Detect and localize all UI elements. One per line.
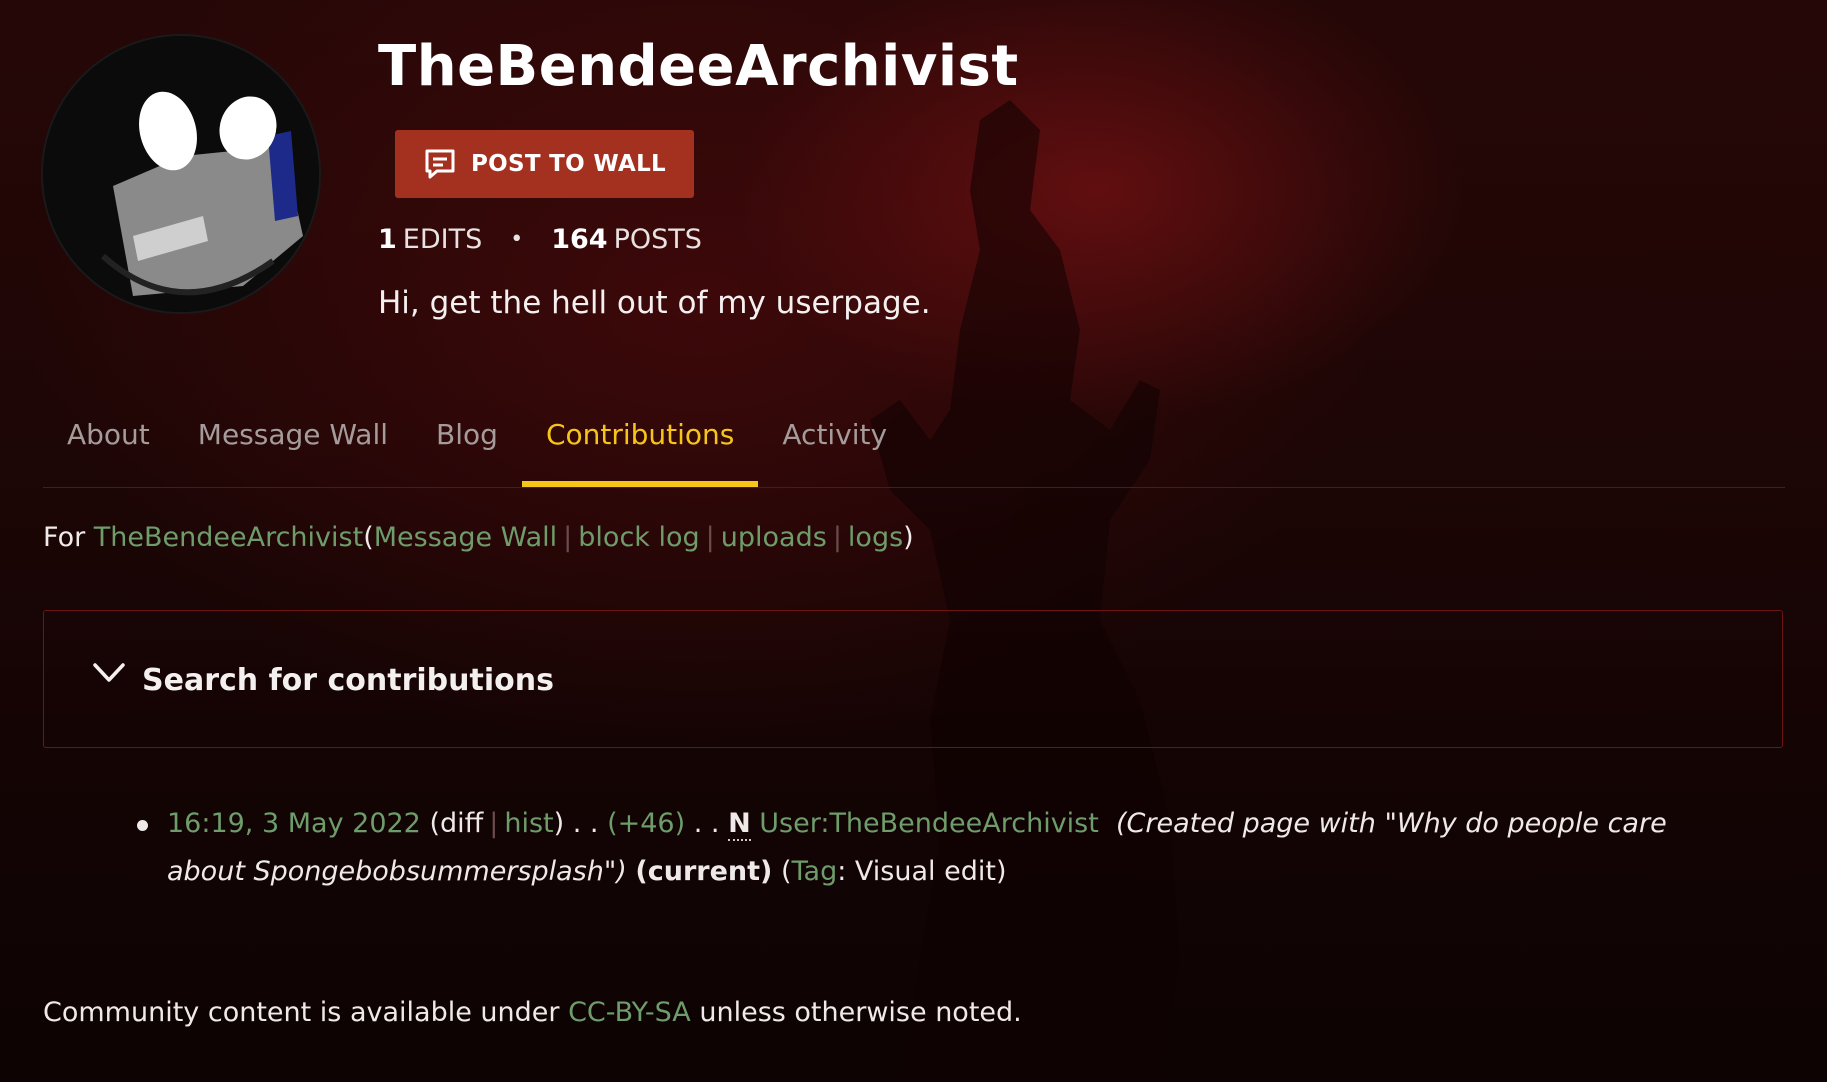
- open-paren: (: [363, 522, 374, 553]
- user-profile-page: TheBendeeArchivist POST TO WALL 1 EDITS …: [0, 0, 1827, 1082]
- footer-prefix: Community content is available under: [43, 997, 560, 1028]
- edits-count: 1: [378, 224, 397, 255]
- for-prefix: For: [43, 522, 86, 553]
- tab-about[interactable]: About: [43, 410, 174, 488]
- profile-username: TheBendeeArchivist: [378, 34, 1019, 99]
- block-log-link[interactable]: block log: [578, 522, 699, 553]
- profile-bio: Hi, get the hell out of my userpage.: [378, 285, 931, 321]
- new-page-flag: N: [728, 808, 751, 841]
- close-paren: ): [903, 522, 914, 553]
- diff-label: diff: [439, 808, 484, 839]
- footer-suffix: unless otherwise noted.: [699, 997, 1022, 1028]
- search-contributions-panel[interactable]: Search for contributions: [43, 610, 1783, 748]
- user-avatar[interactable]: [43, 36, 319, 312]
- post-to-wall-label: POST TO WALL: [471, 151, 666, 177]
- tab-blog[interactable]: Blog: [412, 410, 522, 488]
- dots-separator: . .: [572, 808, 599, 839]
- uploads-link[interactable]: uploads: [721, 522, 827, 553]
- tag-link[interactable]: Tag: [792, 856, 838, 887]
- stats-separator-dot: •: [510, 227, 524, 252]
- speech-bubble-icon: [423, 147, 457, 181]
- tab-message-wall[interactable]: Message Wall: [174, 410, 412, 488]
- user-link[interactable]: TheBendeeArchivist: [94, 522, 363, 553]
- logs-link[interactable]: logs: [848, 522, 903, 553]
- posts-count: 164: [551, 224, 608, 255]
- link-separator: |: [489, 808, 499, 839]
- chevron-down-icon[interactable]: [92, 661, 126, 685]
- contribution-timestamp-link[interactable]: 16:19, 3 May 2022: [167, 808, 421, 839]
- posts-label: POSTS: [613, 224, 702, 255]
- tab-contributions[interactable]: Contributions: [521, 410, 759, 488]
- contribution-item: 16:19, 3 May 2022 (diff | hist) . . (+46) …: [167, 808, 1667, 887]
- profile-tabs: About Message Wall Blog Contributions Ac…: [43, 410, 911, 488]
- tag-value: : Visual edit): [837, 856, 1007, 887]
- page-link[interactable]: User:TheBendeeArchivist: [759, 808, 1099, 839]
- post-to-wall-button[interactable]: POST TO WALL: [395, 130, 694, 198]
- current-label: (current): [635, 856, 773, 887]
- message-wall-link[interactable]: Message Wall: [374, 522, 557, 553]
- avatar-image: [43, 36, 319, 312]
- list-bullet: [137, 820, 148, 831]
- hist-link[interactable]: hist: [504, 808, 553, 839]
- contributions-for-line: For TheBendeeArchivist(Message Wall | bloc…: [43, 522, 914, 553]
- tab-activity[interactable]: Activity: [758, 410, 911, 488]
- dots-separator: . .: [693, 808, 720, 839]
- license-footer: Community content is available under CC-…: [43, 997, 1022, 1028]
- edits-label: EDITS: [402, 224, 483, 255]
- license-link[interactable]: CC-BY-SA: [568, 997, 691, 1028]
- link-separator: |: [832, 522, 842, 553]
- profile-stats: 1 EDITS • 164 POSTS: [378, 224, 702, 255]
- link-separator: |: [563, 522, 573, 553]
- size-change: (+46): [607, 808, 686, 839]
- search-contributions-title: Search for contributions: [142, 663, 554, 698]
- tabs-divider: [43, 487, 1785, 488]
- contribution-list: 16:19, 3 May 2022 (diff | hist) . . (+46) …: [137, 800, 1697, 896]
- link-separator: |: [705, 522, 715, 553]
